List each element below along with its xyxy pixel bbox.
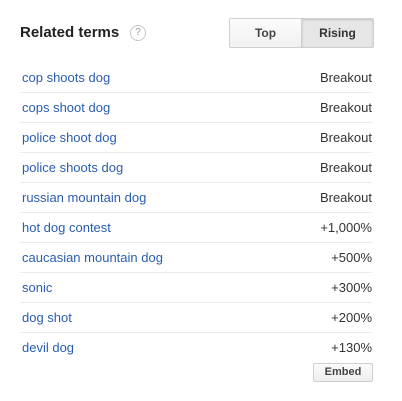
- top-tab[interactable]: Top: [230, 19, 301, 47]
- term-value: Breakout: [319, 189, 372, 205]
- term-value: Breakout: [319, 69, 372, 85]
- term-value: Breakout: [319, 159, 372, 175]
- term-link[interactable]: dog shot: [20, 310, 72, 326]
- term-link[interactable]: russian mountain dog: [20, 190, 146, 206]
- list-item: police shoot dog Breakout: [20, 123, 372, 153]
- top-rising-toggle: Top Rising: [229, 18, 374, 48]
- list-item: dog shot +200%: [20, 303, 372, 333]
- term-value: +1,000%: [320, 219, 372, 235]
- term-link[interactable]: devil dog: [20, 340, 74, 356]
- term-value: +300%: [331, 279, 372, 295]
- term-link[interactable]: cop shoots dog: [20, 70, 110, 86]
- term-link[interactable]: cops shoot dog: [20, 100, 110, 116]
- rising-tab[interactable]: Rising: [301, 19, 373, 47]
- list-item: russian mountain dog Breakout: [20, 183, 372, 213]
- list-item: devil dog +130%: [20, 333, 372, 362]
- panel-title: Related terms: [20, 24, 120, 41]
- term-link[interactable]: police shoot dog: [20, 130, 117, 146]
- help-icon[interactable]: ?: [130, 25, 146, 41]
- term-value: Breakout: [319, 129, 372, 145]
- term-value: +200%: [331, 309, 372, 325]
- term-link[interactable]: hot dog contest: [20, 220, 111, 236]
- term-value: Breakout: [319, 99, 372, 115]
- list-item: police shoots dog Breakout: [20, 153, 372, 183]
- term-value: +130%: [331, 339, 372, 355]
- terms-list: cop shoots dog Breakout cops shoot dog B…: [20, 63, 372, 362]
- related-terms-panel: Related terms ? Top Rising cop shoots do…: [0, 0, 402, 401]
- term-link[interactable]: caucasian mountain dog: [20, 250, 163, 266]
- term-value: +500%: [331, 249, 372, 265]
- list-item: caucasian mountain dog +500%: [20, 243, 372, 273]
- term-link[interactable]: sonic: [20, 280, 52, 296]
- list-item: cops shoot dog Breakout: [20, 93, 372, 123]
- list-item: hot dog contest +1,000%: [20, 213, 372, 243]
- embed-button[interactable]: Embed: [313, 363, 373, 382]
- list-item: sonic +300%: [20, 273, 372, 303]
- term-link[interactable]: police shoots dog: [20, 160, 123, 176]
- list-item: cop shoots dog Breakout: [20, 63, 372, 93]
